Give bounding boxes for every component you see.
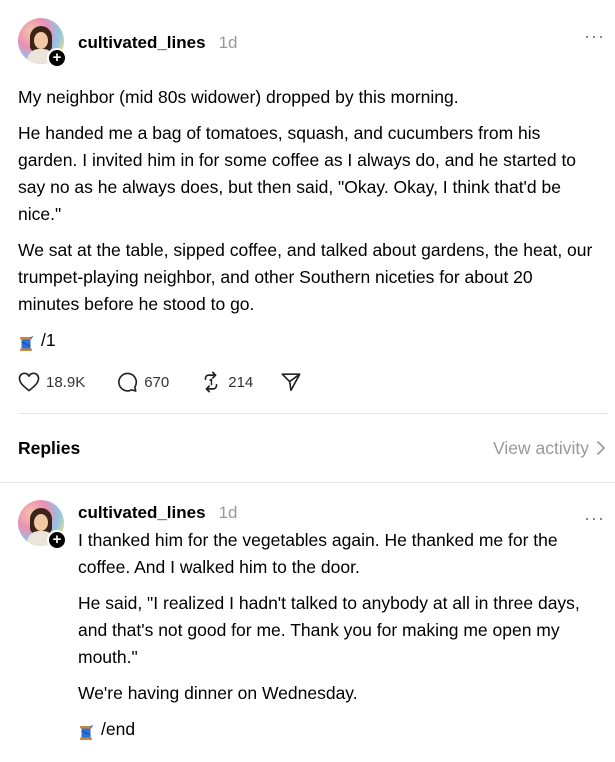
post-meta: cultivated_lines 1d [78,33,237,53]
username-link[interactable]: cultivated_lines [78,33,206,53]
avatar[interactable]: + [18,18,67,68]
view-activity-link[interactable]: View activity [493,438,605,459]
post-timestamp[interactable]: 1d [219,33,238,53]
thread-marker-text: /end [101,719,136,739]
send-icon [281,373,301,392]
post-divider [18,413,607,414]
repost-count: 214 [228,373,254,391]
like-button[interactable]: 18.9K [18,372,85,392]
reply-post: + cultivated_lines 1d ··· I thanked him … [18,500,615,740]
post-actions: 18.9K 670 214 [18,370,597,394]
repost-button[interactable]: 214 [200,371,253,393]
post-header: + cultivated_lines 1d [18,18,597,68]
post-paragraph: He handed me a bag of tomatoes, squash, … [18,123,577,224]
thread-marker-text: /1 [41,330,56,350]
reply-paragraph: We're having dinner on Wednesday. [78,683,358,703]
comment-button[interactable]: 670 [116,371,169,393]
follow-plus-icon[interactable]: + [47,530,67,550]
post-paragraph: My neighbor (mid 80s widower) dropped by… [18,87,459,107]
repost-icon [204,371,218,393]
reply-paragraph: I thanked him for the vegetables again. … [78,530,558,577]
username-link[interactable]: cultivated_lines [78,503,206,523]
like-count: 18.9K [46,373,86,391]
replies-divider [0,482,615,483]
more-options-icon[interactable]: ··· [584,27,605,45]
comment-bubble-icon [118,372,138,392]
thread-spool-emoji [78,722,94,740]
reply-paragraph: He said, "I realized I hadn't talked to … [78,593,580,667]
more-options-icon[interactable]: ··· [584,509,605,527]
heart-icon [18,372,40,392]
reply-timestamp[interactable]: 1d [219,503,238,523]
chevron-right-icon [597,441,605,455]
reply-body: I thanked him for the vegetables again. … [78,527,608,743]
replies-header: Replies View activity [18,437,605,459]
comment-count: 670 [144,373,170,391]
share-button[interactable] [280,371,308,393]
thread-marker: /end [78,716,608,743]
main-post: + cultivated_lines 1d ··· My neighbor (m… [0,0,615,394]
post-paragraph: We sat at the table, sipped coffee, and … [18,240,593,314]
reply-meta: cultivated_lines 1d [78,503,237,523]
view-activity-label: View activity [493,437,589,458]
follow-plus-icon[interactable]: + [47,48,67,68]
thread-marker: /1 [18,327,597,354]
thread-spool-emoji [18,333,34,351]
post-body: My neighbor (mid 80s widower) dropped by… [18,84,597,354]
reply-avatar[interactable]: + [18,500,67,550]
replies-title: Replies [18,437,81,458]
